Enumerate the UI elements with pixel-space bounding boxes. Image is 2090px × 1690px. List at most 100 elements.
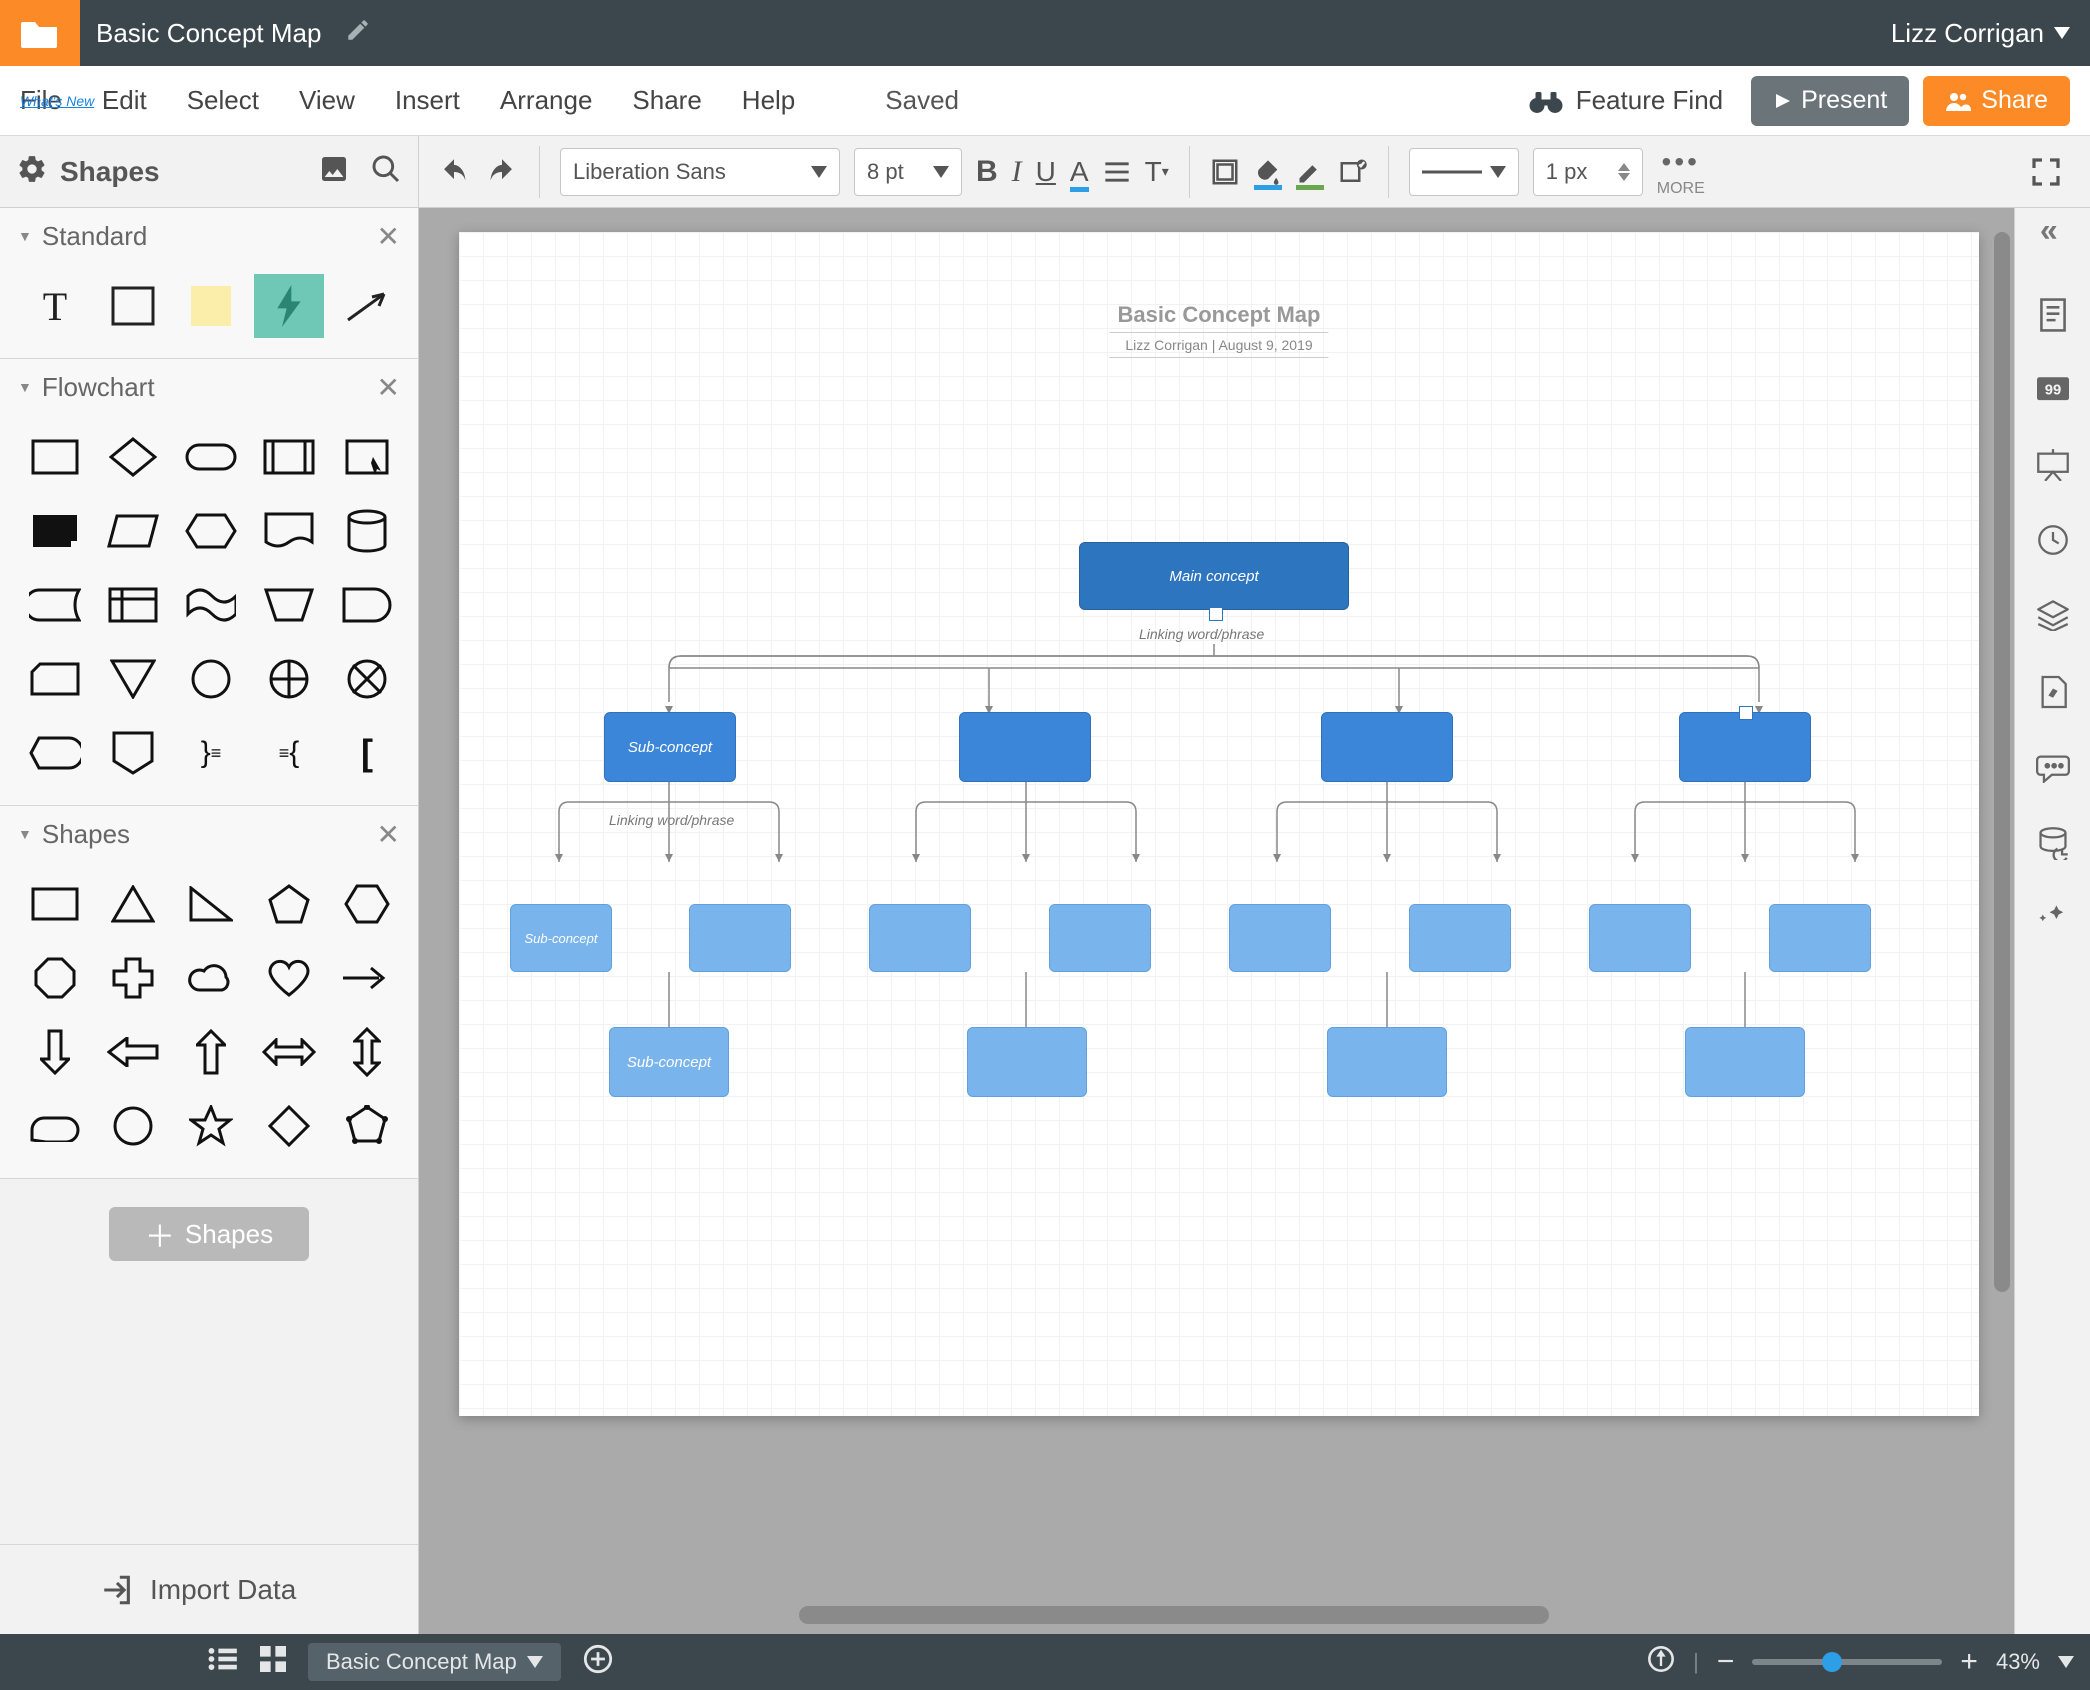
image-icon[interactable] (318, 153, 350, 190)
shapeopt-button[interactable] (1338, 157, 1368, 187)
gear-icon[interactable] (16, 153, 48, 190)
sh-rect[interactable] (20, 872, 90, 936)
sh-circle[interactable] (98, 1094, 168, 1158)
document-page[interactable]: Basic Concept Map Lizz Corrigan | August… (459, 232, 1979, 1416)
sh-arrowu[interactable] (176, 1020, 246, 1084)
sh-callout[interactable] (20, 1094, 90, 1158)
fc-decision[interactable] (98, 425, 168, 489)
close-icon[interactable]: ✕ (377, 818, 400, 851)
fc-brace1[interactable]: }≡ (176, 721, 246, 785)
align-button[interactable] (1103, 160, 1131, 184)
fc-card[interactable] (20, 647, 90, 711)
sh-diamond[interactable] (254, 1094, 324, 1158)
fc-note[interactable] (20, 499, 90, 563)
node-leaf-2[interactable] (689, 904, 791, 972)
close-icon[interactable]: ✕ (377, 220, 400, 253)
node-leaf-b4[interactable] (1685, 1027, 1805, 1097)
node-leaf-b2[interactable] (967, 1027, 1087, 1097)
fc-conn[interactable] (176, 647, 246, 711)
sh-hex[interactable] (332, 872, 402, 936)
sh-arrowud[interactable] (332, 1020, 402, 1084)
fullscreen-button[interactable] (2030, 156, 2062, 188)
present-button[interactable]: Present (1751, 76, 1909, 126)
vertical-scrollbar[interactable] (1994, 232, 2010, 1292)
note-shape[interactable] (176, 274, 246, 338)
sh-polygon[interactable] (332, 1094, 402, 1158)
fc-doc[interactable] (254, 499, 324, 563)
node-sub-2[interactable] (959, 712, 1091, 782)
zoom-out-button[interactable]: − (1717, 1645, 1735, 1679)
sh-cross[interactable] (98, 946, 168, 1010)
linewidth-selector[interactable]: 1 px (1533, 148, 1643, 196)
category-flowchart-header[interactable]: ▼Flowchart ✕ (0, 359, 418, 415)
menu-view[interactable]: View (299, 85, 355, 116)
folder-icon[interactable] (0, 0, 80, 66)
menu-select[interactable]: Select (187, 85, 259, 116)
node-main-concept[interactable]: Main concept (1079, 542, 1349, 610)
magic-icon[interactable] (2036, 903, 2070, 940)
share-button[interactable]: Share (1923, 76, 2070, 126)
actual-size-icon[interactable] (1647, 1645, 1675, 1679)
outline-view-icon[interactable] (208, 1646, 238, 1678)
fc-db[interactable] (332, 499, 402, 563)
bold-button[interactable]: B (976, 155, 998, 189)
node-leaf-b3[interactable] (1327, 1027, 1447, 1097)
menu-help[interactable]: Help (742, 85, 795, 116)
sh-arrowlr[interactable] (254, 1020, 324, 1084)
text-shape[interactable]: T (20, 274, 90, 338)
history-icon[interactable] (2037, 524, 2069, 561)
fontsize-selector[interactable]: 8 pt (854, 148, 962, 196)
fc-brace2[interactable]: ≡{ (254, 721, 324, 785)
node-sub-4[interactable] (1679, 712, 1811, 782)
fc-offpage[interactable] (98, 721, 168, 785)
menu-whatsnew[interactable]: What's New (20, 93, 94, 109)
node-leaf-7[interactable] (1589, 904, 1691, 972)
fc-display[interactable] (20, 721, 90, 785)
fc-bracket[interactable]: [ (332, 721, 402, 785)
fillcolor-button[interactable] (1254, 158, 1282, 186)
undo-button[interactable] (437, 158, 471, 186)
fc-or[interactable] (332, 647, 402, 711)
fc-terminator[interactable] (176, 425, 246, 489)
rename-icon[interactable] (345, 17, 371, 50)
notes-icon[interactable] (2037, 297, 2069, 338)
resize-handle[interactable] (1209, 607, 1223, 621)
present-icon[interactable] (2036, 449, 2070, 486)
search-icon[interactable] (370, 153, 402, 190)
textcolor-button[interactable]: A (1070, 156, 1089, 188)
underline-button[interactable]: U (1036, 156, 1056, 188)
sh-oct[interactable] (20, 946, 90, 1010)
horizontal-scrollbar[interactable] (799, 1606, 1549, 1624)
fc-sum[interactable] (254, 647, 324, 711)
sh-arrowl[interactable] (98, 1020, 168, 1084)
arrow-shape[interactable] (332, 274, 402, 338)
fc-data[interactable] (98, 499, 168, 563)
rect-shape[interactable] (98, 274, 168, 338)
fc-predef[interactable] (254, 425, 324, 489)
data-icon[interactable] (2037, 826, 2069, 865)
fc-storage[interactable] (20, 573, 90, 637)
redo-button[interactable] (485, 158, 519, 186)
node-leaf-b1[interactable]: Sub-concept (609, 1027, 729, 1097)
add-shapes-button[interactable]: ＋ Shapes (109, 1207, 309, 1261)
menu-edit[interactable]: Edit (102, 85, 147, 116)
resize-handle[interactable] (1739, 706, 1753, 720)
sh-pent[interactable] (254, 872, 324, 936)
node-leaf-5[interactable] (1229, 904, 1331, 972)
node-sub-3[interactable] (1321, 712, 1453, 782)
fc-process[interactable] (20, 425, 90, 489)
category-standard-header[interactable]: ▼Standard ✕ (0, 208, 418, 264)
menu-share[interactable]: Share (632, 85, 701, 116)
layers-icon[interactable] (2036, 599, 2070, 636)
node-leaf-1[interactable]: Sub-concept (510, 904, 612, 972)
add-page-button[interactable] (583, 1644, 613, 1680)
italic-button[interactable]: I (1012, 155, 1022, 189)
close-icon[interactable]: ✕ (377, 371, 400, 404)
sh-heart[interactable] (254, 946, 324, 1010)
category-shapes-header[interactable]: ▼Shapes ✕ (0, 806, 418, 862)
bolt-shape[interactable] (254, 274, 324, 338)
masterpage-icon[interactable] (2038, 674, 2068, 715)
zoom-slider-knob[interactable] (1822, 1652, 1842, 1672)
sh-arrowr[interactable] (332, 946, 402, 1010)
fc-delay[interactable] (332, 573, 402, 637)
